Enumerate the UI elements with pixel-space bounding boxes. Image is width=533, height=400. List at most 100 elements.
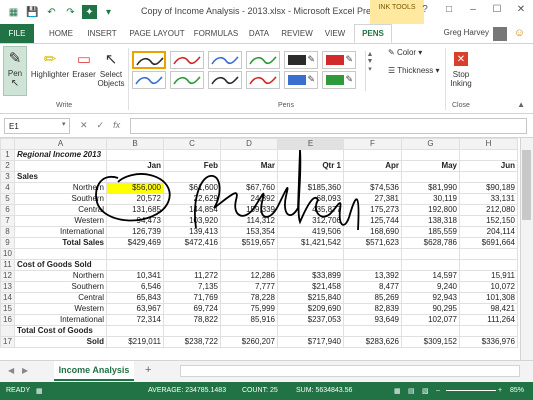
grid-cell[interactable]: 75,999: [220, 303, 278, 315]
grid-cell[interactable]: [106, 171, 164, 183]
grid-cell[interactable]: 125,744: [343, 215, 402, 227]
grid-cell[interactable]: 94,473: [106, 215, 164, 227]
grid-cell[interactable]: [401, 248, 460, 260]
grid-cell[interactable]: 168,690: [343, 226, 402, 238]
grid-cell[interactable]: [459, 248, 518, 260]
grid-cell[interactable]: $33,899: [277, 270, 344, 282]
grid-cell[interactable]: 71,769: [163, 292, 221, 304]
grid-cell[interactable]: [106, 259, 164, 271]
grid-cell[interactable]: $519,657: [220, 237, 278, 249]
grid-cell[interactable]: $90,189: [459, 182, 518, 194]
grid-cell[interactable]: 419,506: [277, 226, 344, 238]
status-macro-icon[interactable]: ▦: [36, 387, 43, 395]
row-header[interactable]: 8: [0, 226, 15, 238]
grid-cell[interactable]: 90,295: [401, 303, 460, 315]
tab-view[interactable]: VIEW: [320, 24, 350, 43]
grid-cell[interactable]: [459, 325, 518, 337]
grid-cell[interactable]: Jun: [459, 160, 518, 172]
column-header-d[interactable]: D: [220, 138, 278, 150]
enter-icon[interactable]: ✓: [97, 120, 105, 131]
grid-cell[interactable]: 14,597: [401, 270, 460, 282]
stop-inking-button[interactable]: ✕ Stop Inking: [448, 48, 474, 88]
grid-cell[interactable]: $260,207: [220, 336, 278, 348]
grid-cell[interactable]: Sales: [14, 171, 107, 183]
grid-cell[interactable]: [220, 259, 278, 271]
row-header[interactable]: 13: [0, 281, 15, 293]
normal-view-icon[interactable]: ▦: [394, 387, 401, 395]
grid-cell[interactable]: 85,269: [343, 292, 402, 304]
tab-page-layout[interactable]: PAGE LAYOUT: [126, 24, 188, 43]
close-button[interactable]: ✕: [509, 0, 533, 18]
touch-mode-icon[interactable]: ✦: [82, 5, 97, 19]
sheet-nav-prev-icon[interactable]: ◀: [8, 366, 14, 375]
grid-cell[interactable]: 20,572: [106, 193, 164, 205]
grid-cell[interactable]: $185,360: [277, 182, 344, 194]
grid-cell[interactable]: 15,911: [459, 270, 518, 282]
grid-cell[interactable]: [343, 259, 402, 271]
row-header[interactable]: 9: [0, 237, 15, 249]
tab-file[interactable]: FILE: [0, 24, 34, 43]
tab-review[interactable]: REVIEW: [278, 24, 316, 43]
grid-cell[interactable]: $74,536: [343, 182, 402, 194]
grid-cell[interactable]: $1,421,542: [277, 237, 344, 249]
grid-cell[interactable]: Qtr 1: [277, 160, 344, 172]
row-header[interactable]: 12: [0, 270, 15, 282]
name-box-dropdown-icon[interactable]: ▾: [62, 120, 66, 128]
help-button[interactable]: ?: [413, 0, 437, 18]
grid-cell[interactable]: [343, 325, 402, 337]
zoom-level[interactable]: 85%: [510, 387, 524, 394]
row-header[interactable]: 5: [0, 193, 15, 205]
grid-cell[interactable]: Total Sales: [14, 237, 107, 249]
grid-cell[interactable]: $215,840: [277, 292, 344, 304]
row-header[interactable]: 6: [0, 204, 15, 216]
zoom-slider[interactable]: [446, 390, 496, 391]
grid-cell[interactable]: Apr: [343, 160, 402, 172]
row-header[interactable]: 7: [0, 215, 15, 227]
tab-data[interactable]: DATA: [244, 24, 274, 43]
grid-cell[interactable]: 93,649: [343, 314, 402, 326]
horizontal-scrollbar[interactable]: [180, 365, 520, 377]
grid-cell[interactable]: [277, 248, 344, 260]
grid-cell[interactable]: 30,119: [401, 193, 460, 205]
grid-cell[interactable]: 11,272: [163, 270, 221, 282]
grid-cell[interactable]: [106, 325, 164, 337]
grid-cell[interactable]: $283,626: [343, 336, 402, 348]
row-header[interactable]: 3: [0, 171, 15, 183]
new-sheet-button[interactable]: +: [145, 364, 151, 376]
column-header-b[interactable]: B: [106, 138, 164, 150]
tab-formulas[interactable]: FORMULAS: [191, 24, 241, 43]
grid-cell[interactable]: [401, 149, 460, 161]
pen-swatch[interactable]: [246, 51, 280, 69]
grid-cell[interactable]: [14, 160, 107, 172]
pen-swatch[interactable]: ✎: [322, 71, 356, 89]
row-header[interactable]: 4: [0, 182, 15, 194]
grid-cell[interactable]: Western: [14, 215, 107, 227]
grid-cell[interactable]: 126,739: [106, 226, 164, 238]
grid-cell[interactable]: Northern: [14, 270, 107, 282]
grid-cell[interactable]: 101,308: [459, 292, 518, 304]
insert-function-icon[interactable]: fx: [113, 120, 120, 131]
grid-cell[interactable]: 12,286: [220, 270, 278, 282]
row-header[interactable]: [0, 325, 15, 337]
grid-cell[interactable]: Western: [14, 303, 107, 315]
page-break-view-icon[interactable]: ▧: [422, 387, 429, 395]
column-header-c[interactable]: C: [163, 138, 221, 150]
grid-cell[interactable]: 192,800: [401, 204, 460, 216]
column-header-g[interactable]: G: [401, 138, 460, 150]
grid-cell[interactable]: [163, 171, 221, 183]
row-header[interactable]: 14: [0, 292, 15, 304]
grid-cell[interactable]: Total Cost of Goods: [14, 325, 107, 337]
grid-cell[interactable]: Jan: [106, 160, 164, 172]
grid-cell[interactable]: $717,940: [277, 336, 344, 348]
grid-cell[interactable]: $571,623: [343, 237, 402, 249]
grid-cell[interactable]: [343, 248, 402, 260]
grid-cell[interactable]: [343, 171, 402, 183]
tab-home[interactable]: HOME: [44, 24, 78, 43]
column-header-f[interactable]: F: [343, 138, 402, 150]
grid-cell[interactable]: $237,053: [277, 314, 344, 326]
grid-cell[interactable]: [220, 325, 278, 337]
column-header-a[interactable]: A: [14, 138, 107, 150]
grid-cell[interactable]: [401, 171, 460, 183]
collapse-ribbon-icon[interactable]: ▲: [517, 100, 525, 109]
restore-button[interactable]: ☐: [485, 0, 509, 18]
